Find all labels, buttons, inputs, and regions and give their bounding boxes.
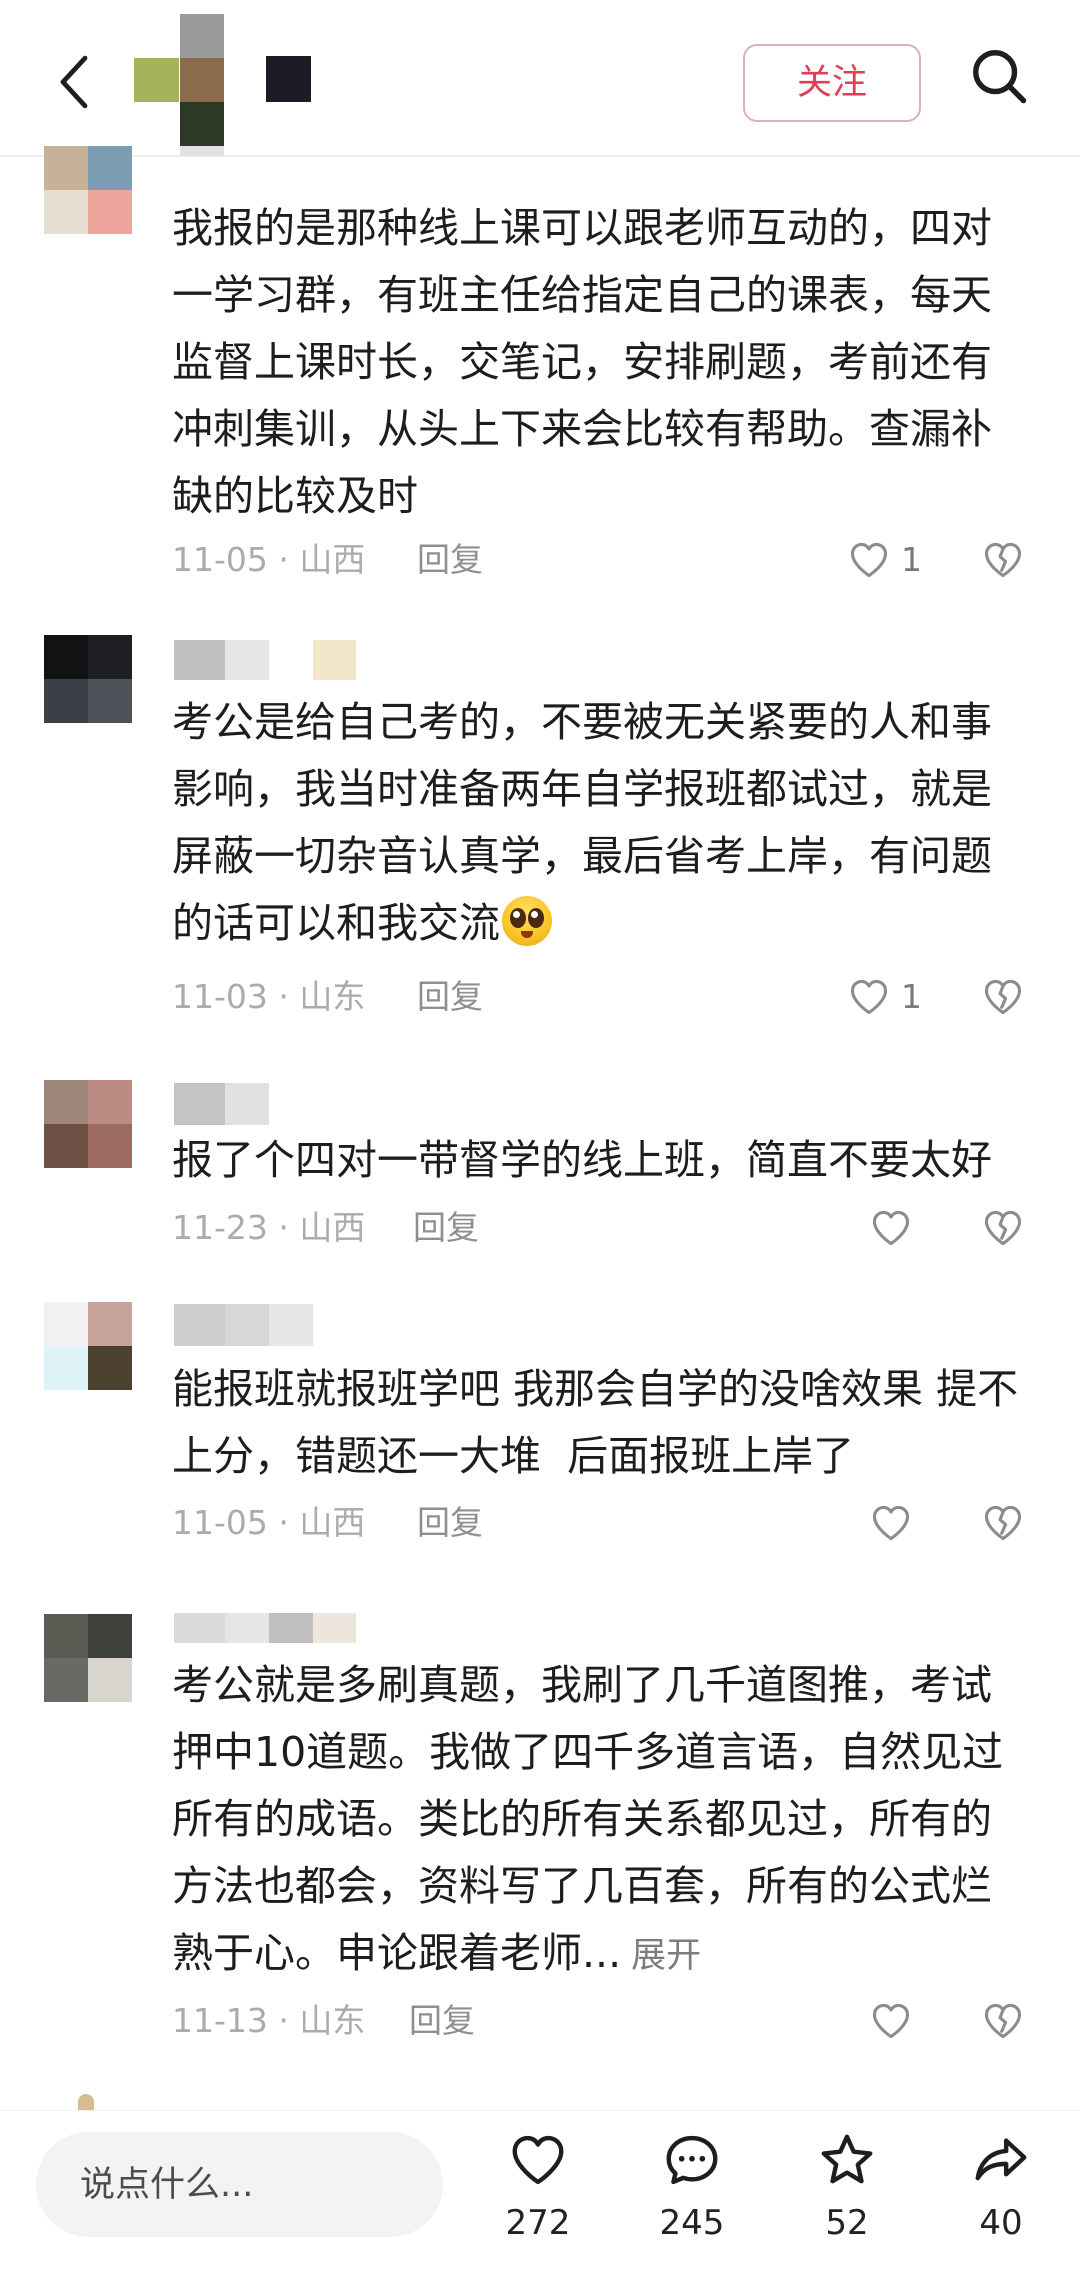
comment-total-count: 245 (659, 2203, 725, 2243)
dislike-broken-heart-icon[interactable] (981, 1501, 1025, 1545)
comment-text-line-with-emoji: 的话可以和我交流 (172, 890, 1062, 957)
comment-text-line: 一学习群，有班主任给指定自己的课表，每天 (172, 271, 992, 319)
commenter-name-pixelated[interactable] (174, 1613, 356, 1643)
comment-text: 报了个四对一带督学的线上班，简直不要太好 (172, 1127, 1062, 1194)
comment-text-line: 考公就是多刷真题，我刷了几千道图推，考试 (172, 1661, 992, 1709)
bottom-action-bar: 272 245 52 40 (0, 2110, 1080, 2280)
commenter-avatar[interactable] (44, 1302, 132, 1390)
like-count: 1 (901, 977, 922, 1016)
reply-button[interactable]: 回复 (417, 1498, 483, 1548)
comment-text: 考公是给自己考的，不要被无关紧要的人和事 影响，我当时准备两年自学报班都试过，就… (172, 689, 1062, 957)
star-icon (821, 2134, 873, 2184)
reply-button[interactable]: 回复 (417, 972, 483, 1022)
comment-text-segment: 熟于心。申论跟着老师... (172, 1929, 622, 1977)
expand-button[interactable]: 展开 (631, 1936, 701, 1976)
comment-meta: 11-23 · 山西 回复 (0, 1203, 1080, 1253)
comment-bubble-icon (666, 2135, 718, 2185)
comment-text-line: 方法也都会，资料写了几百套，所有的公式烂 (172, 1862, 992, 1910)
comment-text: 我报的是那种线上课可以跟老师互动的，四对 一学习群，有班主任给指定自己的课表，每… (172, 195, 1062, 530)
emoji-sparkle (513, 911, 520, 918)
comment-meta: 11-13 · 山东 回复 (0, 1996, 1080, 2046)
heart-icon (507, 2129, 569, 2191)
author-avatar-pixel (180, 102, 224, 146)
comment-action[interactable]: 245 (632, 2111, 752, 2281)
comment-date-location: 11-05 · 山西 (172, 540, 366, 579)
author-profile[interactable] (0, 0, 330, 157)
dislike-broken-heart-icon[interactable] (981, 538, 1025, 582)
dislike-broken-heart-icon[interactable] (981, 975, 1025, 1019)
comment-text-line: 冲刺集训，从头上下来会比较有帮助。查漏补 (172, 405, 992, 453)
commenter-avatar[interactable] (44, 1080, 132, 1168)
commenter-name-pixelated[interactable] (174, 1083, 269, 1125)
next-commenter-avatar-partial[interactable] (78, 2094, 94, 2110)
comment-text-segment: 的话可以和我交流 (172, 899, 500, 947)
share-arrow-icon (975, 2138, 1027, 2181)
like-heart-icon[interactable] (869, 1206, 913, 1250)
comment-meta: 11-05 · 山西 回复 1 (0, 535, 1080, 585)
like-heart-icon[interactable] (847, 975, 891, 1019)
commenter-avatar[interactable] (44, 146, 132, 234)
comment-date-location: 11-03 · 山东 (172, 977, 366, 1016)
comment-text-line: 影响，我当时准备两年自学报班都试过，就是 (172, 765, 992, 813)
comment-text-line: 报了个四对一带督学的线上班，简直不要太好 (172, 1136, 992, 1184)
comment-text: 考公就是多刷真题，我刷了几千道图推，考试 押中10道题。我做了四千多道言语，自然… (172, 1652, 1062, 1987)
commenter-avatar[interactable] (44, 635, 132, 723)
author-name-pixel (266, 56, 311, 102)
comment-text-line: 上分，错题还一大堆 后面报班上岸了 (172, 1432, 855, 1480)
dislike-broken-heart-icon[interactable] (981, 1206, 1025, 1250)
author-avatar-pixel (180, 14, 224, 58)
search-icon[interactable] (968, 45, 1030, 107)
author-avatar-pixel (134, 58, 179, 102)
reply-button[interactable]: 回复 (417, 535, 483, 585)
author-avatar-pixel (180, 146, 224, 156)
comment-text-line: 缺的比较及时 (172, 472, 418, 520)
commenter-name-pixelated[interactable] (174, 1304, 313, 1346)
like-heart-icon[interactable] (869, 1999, 913, 2043)
emoji-eye (528, 908, 544, 928)
comment-text-line: 押中10道题。我做了四千多道言语，自然见过 (172, 1728, 1004, 1776)
dislike-broken-heart-icon[interactable] (981, 1999, 1025, 2043)
follow-button[interactable]: 关注 (743, 44, 921, 122)
comment-text-line-truncated: 熟于心。申论跟着老师... 展开 (172, 1920, 1062, 1987)
share-total-count: 40 (979, 2203, 1023, 2243)
comment-date-location: 11-05 · 山西 (172, 1503, 366, 1542)
like-heart-icon[interactable] (869, 1501, 913, 1545)
comment-text-line: 屏蔽一切杂音认真学，最后省考上岸，有问题 (172, 832, 992, 880)
emoji-mouth (521, 931, 533, 938)
comment-meta: 11-03 · 山东 回复 1 (0, 972, 1080, 1022)
comment-input[interactable] (36, 2132, 443, 2237)
comment-text-line: 监督上课时长，交笔记，安排刷题，考前还有 (172, 338, 992, 386)
comment-text-line: 能报班就报班学吧 我那会自学的没啥效果 提不 (172, 1365, 1019, 1413)
comment-date-location: 11-23 · 山西 (172, 1208, 366, 1247)
top-bar: 关注 (0, 0, 1080, 157)
comment-meta: 11-05 · 山西 回复 (0, 1498, 1080, 1548)
comment-text-line: 我报的是那种线上课可以跟老师互动的，四对 (172, 204, 992, 252)
emoji-eye (510, 908, 526, 928)
like-count: 1 (901, 540, 922, 579)
share-action[interactable]: 40 (941, 2111, 1061, 2281)
favorite-total-count: 52 (825, 2203, 869, 2243)
emoji-sparkle (531, 911, 538, 918)
comment-text-line: 考公是给自己考的，不要被无关紧要的人和事 (172, 698, 992, 746)
like-total-count: 272 (505, 2203, 571, 2243)
favorite-action[interactable]: 52 (787, 2111, 907, 2281)
reply-button[interactable]: 回复 (409, 1996, 475, 2046)
commenter-name-pixelated[interactable] (174, 640, 356, 680)
commenter-avatar[interactable] (44, 1614, 132, 1702)
like-heart-icon[interactable] (847, 538, 891, 582)
comment-text-line: 所有的成语。类比的所有关系都见过，所有的 (172, 1795, 992, 1843)
comment-text: 能报班就报班学吧 我那会自学的没啥效果 提不 上分，错题还一大堆 后面报班上岸了 (172, 1356, 1062, 1490)
author-avatar-pixel (180, 58, 224, 102)
like-action[interactable]: 272 (478, 2111, 598, 2281)
reply-button[interactable]: 回复 (413, 1203, 479, 1253)
starry-eyes-emoji (502, 896, 552, 946)
comment-date-location: 11-13 · 山东 (172, 2001, 366, 2040)
